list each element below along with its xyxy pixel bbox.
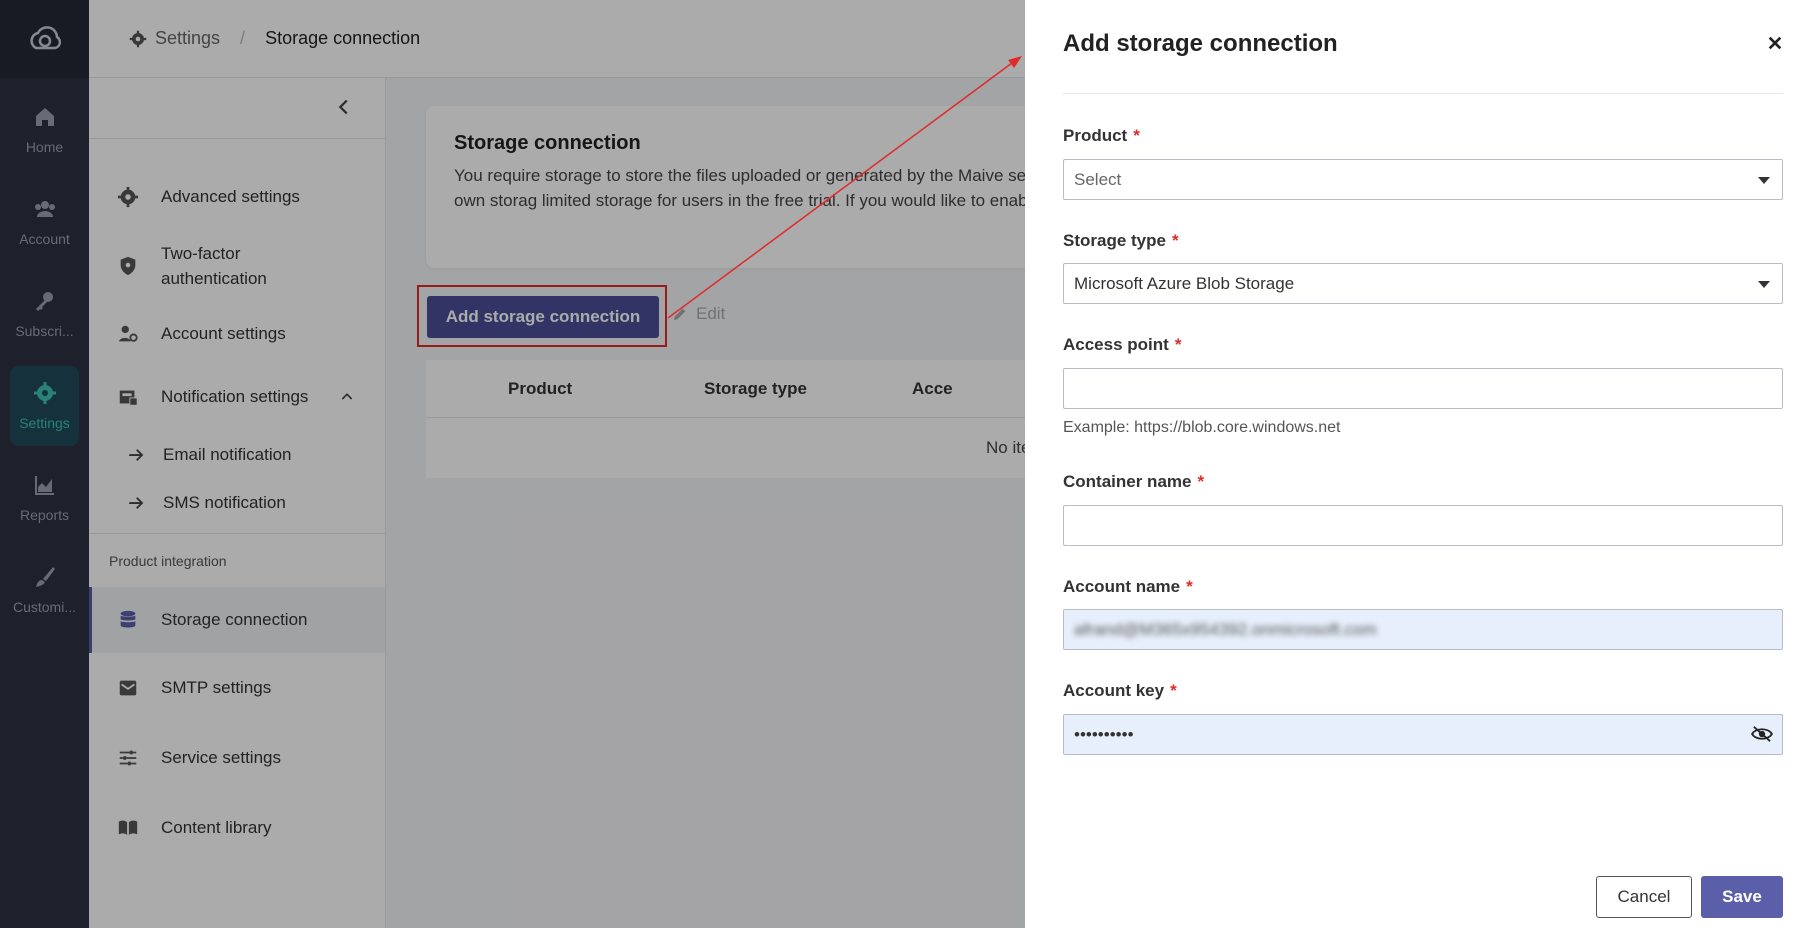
access-point-input[interactable] <box>1063 368 1783 409</box>
storage-type-select[interactable]: Microsoft Azure Blob Storage <box>1063 263 1783 304</box>
container-name-label-text: Container name <box>1063 472 1192 491</box>
storage-type-label-text: Storage type <box>1063 231 1166 250</box>
required-marker: * <box>1133 126 1140 145</box>
required-marker: * <box>1170 681 1177 700</box>
access-point-label-text: Access point <box>1063 335 1169 354</box>
product-select-value: Select <box>1074 169 1122 189</box>
required-marker: * <box>1171 231 1179 250</box>
account-name-label-text: Account name <box>1063 577 1181 596</box>
required-marker: * <box>1174 335 1182 354</box>
container-name-input[interactable] <box>1063 505 1783 546</box>
product-label: Product * <box>1063 126 1140 146</box>
save-button[interactable]: Save <box>1701 876 1783 918</box>
drawer-title: Add storage connection <box>1063 30 1338 57</box>
close-button[interactable] <box>1763 32 1787 56</box>
product-select[interactable]: Select <box>1063 159 1783 200</box>
product-label-text: Product <box>1063 126 1128 145</box>
account-key-value: •••••••••• <box>1074 724 1134 744</box>
account-name-value: afrand@M365x954392.onmicrosoft.com <box>1074 619 1377 639</box>
close-icon <box>1768 36 1782 49</box>
access-point-label: Access point * <box>1063 335 1181 355</box>
cancel-button[interactable]: Cancel <box>1596 876 1692 918</box>
modal-backdrop[interactable] <box>0 0 1025 928</box>
eye-slash-icon <box>1751 725 1773 742</box>
add-storage-drawer: Add storage connection Product * Select S… <box>1025 0 1805 928</box>
account-key-label-text: Account key <box>1063 681 1165 700</box>
account-name-label: Account name * <box>1063 577 1193 597</box>
toggle-visibility-button[interactable] <box>1750 724 1774 746</box>
container-name-label: Container name * <box>1063 472 1204 492</box>
required-marker: * <box>1186 577 1193 596</box>
access-point-hint: Example: https://blob.core.windows.net <box>1063 419 1341 436</box>
account-name-input[interactable]: afrand@M365x954392.onmicrosoft.com <box>1063 609 1783 650</box>
drawer-divider <box>1063 93 1783 94</box>
storage-type-select-value: Microsoft Azure Blob Storage <box>1074 273 1295 293</box>
account-key-input[interactable]: •••••••••• <box>1063 714 1783 755</box>
required-marker: * <box>1197 472 1205 491</box>
account-key-label: Account key * <box>1063 681 1177 701</box>
storage-type-label: Storage type * <box>1063 231 1179 251</box>
